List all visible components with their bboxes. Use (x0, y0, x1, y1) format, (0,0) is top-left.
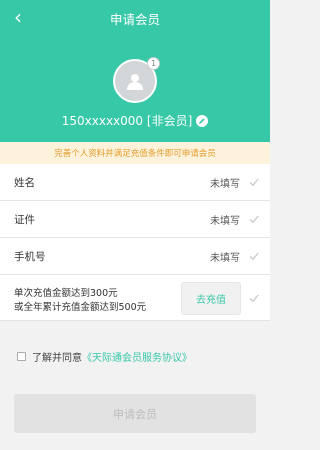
user-label: 150xxxxx000 [非会员] (61, 114, 193, 128)
field-row-phone[interactable]: 手机号 未填写 (0, 238, 270, 275)
edit-pencil-icon[interactable] (196, 114, 209, 127)
recharge-condition-line2: 或全年累计充值金额达到500元 (14, 302, 147, 313)
field-value: 未填写 (210, 178, 240, 190)
check-icon (249, 294, 259, 302)
field-label: 姓名 (14, 176, 35, 189)
user-info: 150xxxxx000 [非会员] (0, 112, 270, 129)
field-value: 未填写 (210, 252, 240, 264)
avatar-container[interactable]: 1 (113, 57, 160, 103)
recharge-condition-row: 单次充值金额达到300元 或全年累计充值金额达到500元 去充值 (0, 275, 270, 321)
agreement-row[interactable]: 了解并同意 《天际通会员服务协议》 (17, 349, 192, 364)
field-row-name[interactable]: 姓名 未填写 (0, 164, 270, 201)
check-icon (249, 252, 259, 261)
check-icon (249, 178, 259, 187)
field-label: 证件 (14, 213, 35, 226)
notice-banner: 完善个人资料并满足充值条件即可申请会员 (0, 142, 270, 164)
agreement-prefix: 了解并同意 (32, 353, 82, 364)
profile-field-list: 姓名 未填写 证件 未填写 手机号 未填写 单次充值金额达到300元 或全年累计… (0, 164, 270, 321)
header-bar: ‹ 申请会员 1 150xxxxx000 [非会员] (0, 0, 270, 142)
field-label: 手机号 (14, 250, 46, 263)
field-row-id[interactable]: 证件 未填写 (0, 201, 270, 238)
recharge-button[interactable]: 去充值 (181, 282, 241, 315)
agreement-link[interactable]: 《天际通会员服务协议》 (82, 349, 192, 364)
page-title: 申请会员 (109, 12, 160, 27)
apply-membership-button[interactable]: 申请会员 (14, 394, 256, 433)
user-silhouette-icon (127, 74, 143, 90)
check-icon (249, 215, 259, 224)
recharge-condition-line1: 单次充值金额达到300元 (14, 288, 118, 299)
avatar-badge: 1 (147, 57, 160, 70)
agreement-checkbox[interactable] (17, 352, 26, 361)
field-value: 未填写 (210, 215, 240, 227)
